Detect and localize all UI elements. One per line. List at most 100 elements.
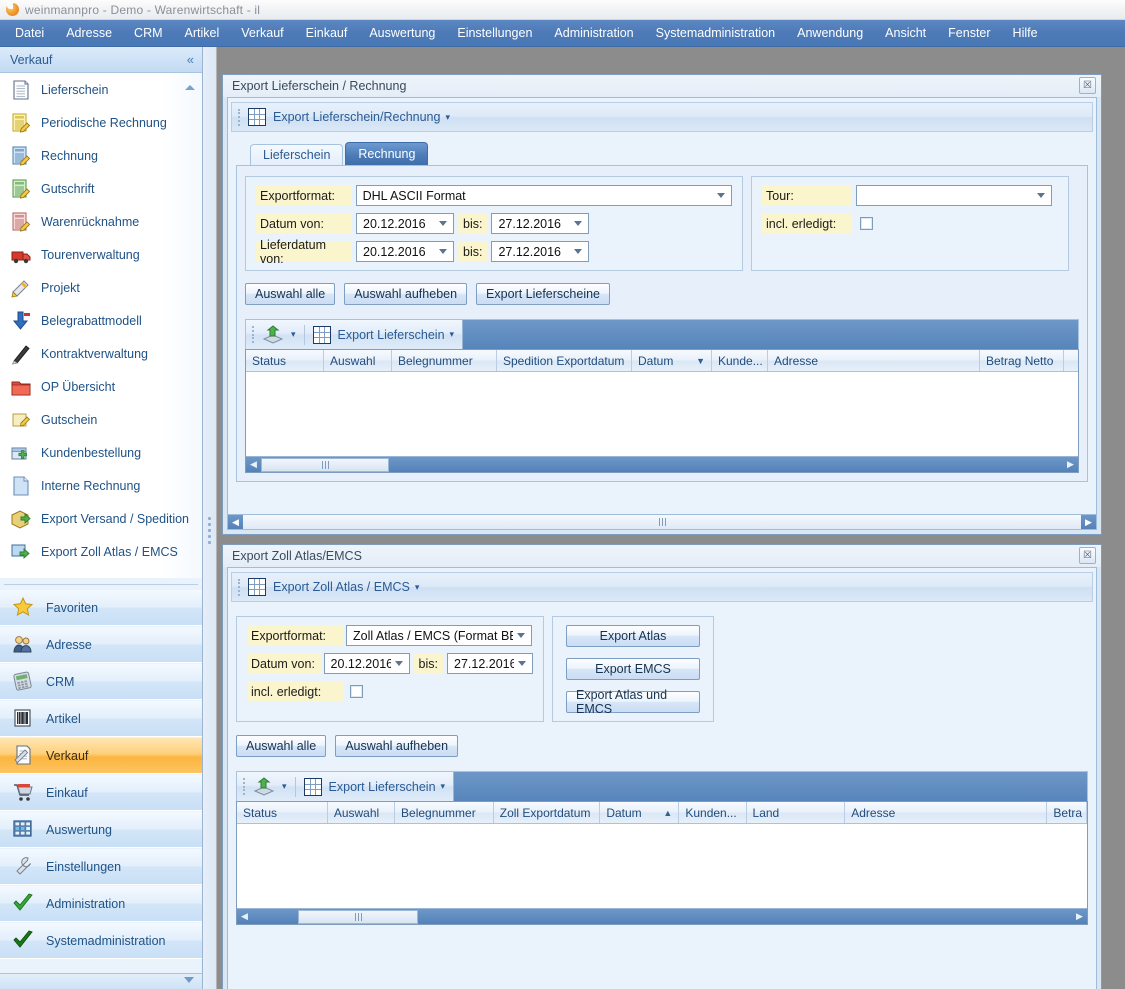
tour-select[interactable] bbox=[856, 185, 1052, 206]
menu-item-einstellungen[interactable]: Einstellungen bbox=[447, 22, 542, 44]
sidebar-splitter[interactable] bbox=[203, 47, 217, 989]
chevron-down-icon[interactable]: ▾ bbox=[415, 582, 420, 593]
sidebar-nav-administration[interactable]: Administration bbox=[0, 885, 202, 922]
column-header-land[interactable]: Land bbox=[747, 802, 846, 823]
menu-item-crm[interactable]: CRM bbox=[124, 22, 172, 44]
chevron-down-icon[interactable] bbox=[184, 977, 194, 983]
datum-von-input[interactable]: 20.12.2016 bbox=[323, 653, 410, 674]
menu-item-datei[interactable]: Datei bbox=[5, 22, 54, 44]
close-icon[interactable]: ☒ bbox=[1079, 77, 1096, 94]
sidebar-item-interne-rechnung[interactable]: Interne Rechnung bbox=[0, 469, 202, 502]
hscroll-track[interactable] bbox=[252, 909, 1072, 924]
tab-lieferschein[interactable]: Lieferschein bbox=[250, 144, 344, 165]
button-export-lieferscheine[interactable]: Export Lieferscheine bbox=[476, 283, 610, 305]
scroll-left-arrow-icon[interactable]: ◀ bbox=[228, 515, 243, 529]
datum-von-input[interactable]: 20.12.2016 bbox=[356, 213, 454, 234]
window1-grid-toolbar[interactable]: ▾ Export Lieferschein ▾ bbox=[245, 319, 1079, 349]
window1-ribbon[interactable]: Export Lieferschein/Rechnung ▾ bbox=[231, 102, 1093, 132]
column-header-auswahl[interactable]: Auswahl bbox=[328, 802, 396, 823]
export-dropdown-caret-icon[interactable]: ▾ bbox=[291, 329, 296, 340]
column-header-kunden[interactable]: Kunden... bbox=[679, 802, 747, 823]
incl-erledigt-checkbox[interactable] bbox=[350, 685, 363, 698]
datum-bis-input[interactable]: 27.12.2016 bbox=[491, 213, 590, 234]
column-header-betra[interactable]: Betra bbox=[1047, 802, 1087, 823]
sidebar-item-gutschein[interactable]: Gutschein bbox=[0, 403, 202, 436]
window2-grid-header[interactable]: Status Auswahl Belegnummer Zoll Exportdatum… bbox=[237, 802, 1087, 824]
sidebar-item-kundenbestellung[interactable]: Kundenbestellung bbox=[0, 436, 202, 469]
scroll-right-arrow-icon[interactable]: ▶ bbox=[1072, 910, 1087, 924]
export-dropdown-caret-icon[interactable]: ▾ bbox=[282, 781, 287, 792]
column-header-kunde[interactable]: Kunde... bbox=[712, 350, 768, 371]
chevron-down-icon[interactable]: ▾ bbox=[445, 112, 450, 123]
datum-bis-input[interactable]: 27.12.2016 bbox=[447, 653, 533, 674]
scroll-up-arrow-icon[interactable] bbox=[185, 85, 195, 90]
window1-tabstrip[interactable]: Lieferschein Rechnung bbox=[250, 142, 1096, 165]
chevron-down-icon[interactable]: ▾ bbox=[441, 781, 446, 792]
sidebar-item-export-zoll-atlas-emcs[interactable]: Export Zoll Atlas / EMCS bbox=[0, 535, 202, 568]
menu-item-systemadministration[interactable]: Systemadministration bbox=[646, 22, 786, 44]
sidebar-item-lieferschein[interactable]: Lieferschein bbox=[0, 73, 202, 106]
button-auswahl-alle[interactable]: Auswahl alle bbox=[245, 283, 336, 305]
column-header-datum[interactable]: Datum ▲ bbox=[600, 802, 680, 823]
sidebar-item-op-bersicht[interactable]: OP Übersicht bbox=[0, 370, 202, 403]
button-auswahl-aufheben[interactable]: Auswahl aufheben bbox=[335, 735, 459, 757]
menu-item-verkauf[interactable]: Verkauf bbox=[231, 22, 293, 44]
sidebar-bottom-bar[interactable] bbox=[0, 973, 202, 989]
menu-item-artikel[interactable]: Artikel bbox=[175, 22, 230, 44]
sidebar-nav-systemadministration[interactable]: Systemadministration bbox=[0, 922, 202, 959]
menu-item-ansicht[interactable]: Ansicht bbox=[875, 22, 936, 44]
sidebar-item-export-versand-spedition[interactable]: Export Versand / Spedition bbox=[0, 502, 202, 535]
column-header-adresse[interactable]: Adresse bbox=[768, 350, 980, 371]
sidebar-nav-verkauf[interactable]: Verkauf bbox=[0, 737, 202, 774]
column-header-status[interactable]: Status bbox=[237, 802, 328, 823]
exportformat-select[interactable]: Zoll Atlas / EMCS (Format BEO) bbox=[346, 625, 532, 646]
lieferdatum-bis-input[interactable]: 27.12.2016 bbox=[491, 241, 590, 262]
window1-hscroll-thumb[interactable] bbox=[243, 515, 1081, 529]
sidebar-nav-crm[interactable]: CRM bbox=[0, 663, 202, 700]
window2-grid-toolbar[interactable]: ▾ Export Lieferschein ▾ bbox=[236, 771, 1088, 801]
scroll-left-arrow-icon[interactable]: ◀ bbox=[237, 910, 252, 924]
menu-item-fenster[interactable]: Fenster bbox=[938, 22, 1000, 44]
window1-hscrollbar[interactable]: ◀ ▶ bbox=[227, 514, 1097, 530]
sidebar-item-gutschrift[interactable]: Gutschrift bbox=[0, 172, 202, 205]
sidebar-item-projekt[interactable]: Projekt bbox=[0, 271, 202, 304]
tab-rechnung[interactable]: Rechnung bbox=[345, 142, 429, 165]
column-header-belegnummer[interactable]: Belegnummer bbox=[392, 350, 497, 371]
menu-item-auswertung[interactable]: Auswertung bbox=[359, 22, 445, 44]
sidebar-nav-einkauf[interactable]: Einkauf bbox=[0, 774, 202, 811]
scroll-right-arrow-icon[interactable]: ▶ bbox=[1081, 515, 1096, 529]
close-icon[interactable]: ☒ bbox=[1079, 547, 1096, 564]
menu-item-administration[interactable]: Administration bbox=[544, 22, 643, 44]
sort-descending-icon[interactable]: ▼ bbox=[696, 356, 705, 366]
sidebar-item-belegrabattmodell[interactable]: Belegrabattmodell bbox=[0, 304, 202, 337]
sort-ascending-icon[interactable]: ▲ bbox=[663, 808, 672, 818]
sidebar-item-periodische-rechnung[interactable]: Periodische Rechnung bbox=[0, 106, 202, 139]
column-header-auswahl[interactable]: Auswahl bbox=[324, 350, 392, 371]
window2-grid-hscrollbar[interactable]: ◀ ▶ bbox=[237, 908, 1087, 924]
menu-item-anwendung[interactable]: Anwendung bbox=[787, 22, 873, 44]
window1-grid-header[interactable]: Status Auswahl Belegnummer Spedition Export… bbox=[246, 350, 1078, 372]
column-header-status[interactable]: Status bbox=[246, 350, 324, 371]
sidebar-nav-einstellungen[interactable]: Einstellungen bbox=[0, 848, 202, 885]
lieferdatum-von-input[interactable]: 20.12.2016 bbox=[356, 241, 454, 262]
sidebar-item-rechnung[interactable]: Rechnung bbox=[0, 139, 202, 172]
button-auswahl-alle[interactable]: Auswahl alle bbox=[236, 735, 327, 757]
hscroll-track[interactable] bbox=[261, 457, 1063, 472]
sidebar-nav-artikel[interactable]: Artikel bbox=[0, 700, 202, 737]
column-header-spedition-exportdatum[interactable]: Spedition Exportdatum bbox=[497, 350, 632, 371]
column-header-zoll-exportdatum[interactable]: Zoll Exportdatum bbox=[494, 802, 601, 823]
window1-hscroll-track[interactable] bbox=[243, 515, 1081, 529]
sidebar-nav-adresse[interactable]: Adresse bbox=[0, 626, 202, 663]
window1-grid-hscrollbar[interactable]: ◀ ▶ bbox=[246, 456, 1078, 472]
button-auswahl-aufheben[interactable]: Auswahl aufheben bbox=[344, 283, 468, 305]
menu-item-einkauf[interactable]: Einkauf bbox=[296, 22, 358, 44]
hscroll-thumb[interactable] bbox=[298, 909, 418, 924]
chevron-double-left-icon[interactable]: « bbox=[187, 52, 194, 67]
export-green-arrow-icon[interactable] bbox=[262, 324, 284, 345]
column-header-datum[interactable]: Datum ▼ bbox=[632, 350, 712, 371]
button-export-atlas-und-emcs[interactable]: Export Atlas und EMCS bbox=[566, 688, 700, 716]
column-header-belegnummer[interactable]: Belegnummer bbox=[395, 802, 494, 823]
sidebar-item-kontraktverwaltung[interactable]: Kontraktverwaltung bbox=[0, 337, 202, 370]
hscroll-thumb[interactable] bbox=[261, 457, 389, 472]
sidebar-item-tourenverwaltung[interactable]: Tourenverwaltung bbox=[0, 238, 202, 271]
